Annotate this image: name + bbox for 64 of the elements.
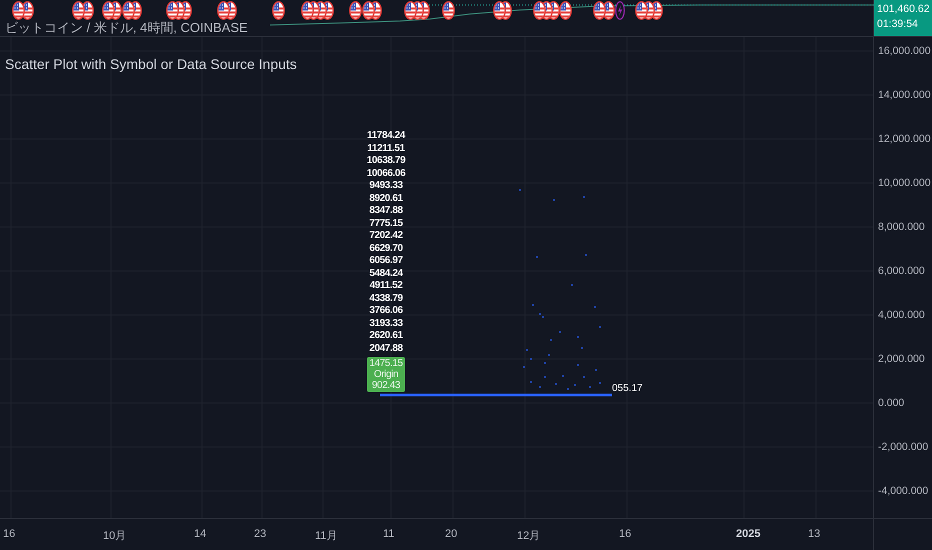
- y-value-label: 11784.24: [367, 130, 405, 142]
- flag-icon[interactable]: [272, 1, 284, 20]
- y-value-label: 10638.79: [366, 155, 406, 168]
- time-axis-label: 10月: [103, 529, 126, 543]
- y-value-label: 6056.97: [369, 255, 403, 268]
- flag-icons-drawing[interactable]: [532, 1, 572, 20]
- y-value-label: 1475.15: [369, 358, 403, 369]
- indicator-title: Scatter Plot with Symbol or Data Source Inputs: [5, 56, 297, 72]
- flag-icons-drawing[interactable]: [72, 1, 94, 20]
- flag-icon[interactable]: [442, 1, 454, 20]
- y-value-label: 3193.33: [369, 318, 403, 330]
- time-axis-label: 11月: [315, 529, 338, 543]
- y-value-label: 5484.24: [369, 268, 403, 280]
- time-axis-label: 16: [3, 528, 16, 540]
- time-axis-label: 14: [194, 528, 206, 540]
- y-value-label: 8347.88: [369, 205, 403, 218]
- flag-icons-drawing[interactable]: [300, 1, 334, 20]
- bar-countdown: 01:39:54: [877, 17, 919, 32]
- price-axis-label: 0.000: [878, 396, 904, 410]
- y-value-label: 4338.79: [369, 292, 403, 305]
- price-axis-label: -2,000.000: [878, 440, 928, 454]
- y-value-label: 2620.61: [369, 330, 403, 342]
- price-axis-label: 6,000.000: [878, 264, 925, 278]
- time-axis-label: 20: [445, 528, 458, 540]
- flag-icon[interactable]: [348, 1, 362, 20]
- y-value-label: 7775.15: [369, 218, 403, 230]
- flag-icons-drawing[interactable]: [362, 1, 382, 20]
- flag-icons-drawing[interactable]: [122, 1, 142, 20]
- y-value-label: 902.43: [372, 380, 400, 391]
- y-value-label: 7202.42: [369, 230, 403, 242]
- price-axis-label: 10,000.000: [878, 176, 931, 190]
- flag-icons-drawing[interactable]: [12, 1, 34, 20]
- y-value-label: 3766.06: [369, 305, 403, 318]
- flag-icons-drawing[interactable]: [216, 1, 236, 20]
- x-value-label: 055.17: [612, 383, 643, 394]
- symbol-title: ビットコイン / 米ドル, 4時間, COINBASE: [5, 20, 248, 35]
- price-axis-label: 12,000.000: [878, 132, 931, 146]
- y-value-label: 4911.52: [370, 280, 402, 292]
- y-value-label: 2047.88: [369, 342, 403, 355]
- origin-label: Origin: [374, 369, 398, 380]
- time-axis-label: 11: [383, 528, 394, 540]
- time-axis-label: 16: [619, 528, 632, 540]
- y-value-label: 10066.06: [366, 168, 406, 180]
- flag-icons-drawing[interactable]: [404, 1, 430, 20]
- price-axis-label: 16,000.000: [878, 44, 931, 58]
- time-axis-label: 12月: [517, 529, 540, 543]
- flag-icons-drawing[interactable]: [102, 1, 122, 20]
- y-value-label: 6629.70: [369, 242, 403, 255]
- flag-icons-drawing[interactable]: [634, 1, 662, 20]
- price-axis-label: -4,000.000: [878, 484, 928, 498]
- y-value-label: 8920.61: [369, 192, 403, 205]
- flag-icons-drawing[interactable]: [592, 1, 614, 20]
- time-axis-label: 2025: [736, 528, 760, 540]
- y-value-label: 11211.51: [367, 142, 405, 155]
- last-price: 101,460.62: [877, 2, 931, 17]
- y-value-label: 9493.33: [369, 180, 403, 192]
- flag-icons-drawing[interactable]: [492, 1, 512, 20]
- flag-icons-drawing[interactable]: [166, 1, 192, 20]
- price-axis-label: 2,000.000: [878, 352, 925, 366]
- time-axis-label: 13: [808, 528, 820, 540]
- price-axis-label: 14,000.000: [878, 88, 931, 102]
- price-axis-label: 4,000.000: [878, 308, 925, 322]
- time-axis-label: 23: [254, 528, 266, 540]
- price-axis-label: 8,000.000: [878, 220, 925, 234]
